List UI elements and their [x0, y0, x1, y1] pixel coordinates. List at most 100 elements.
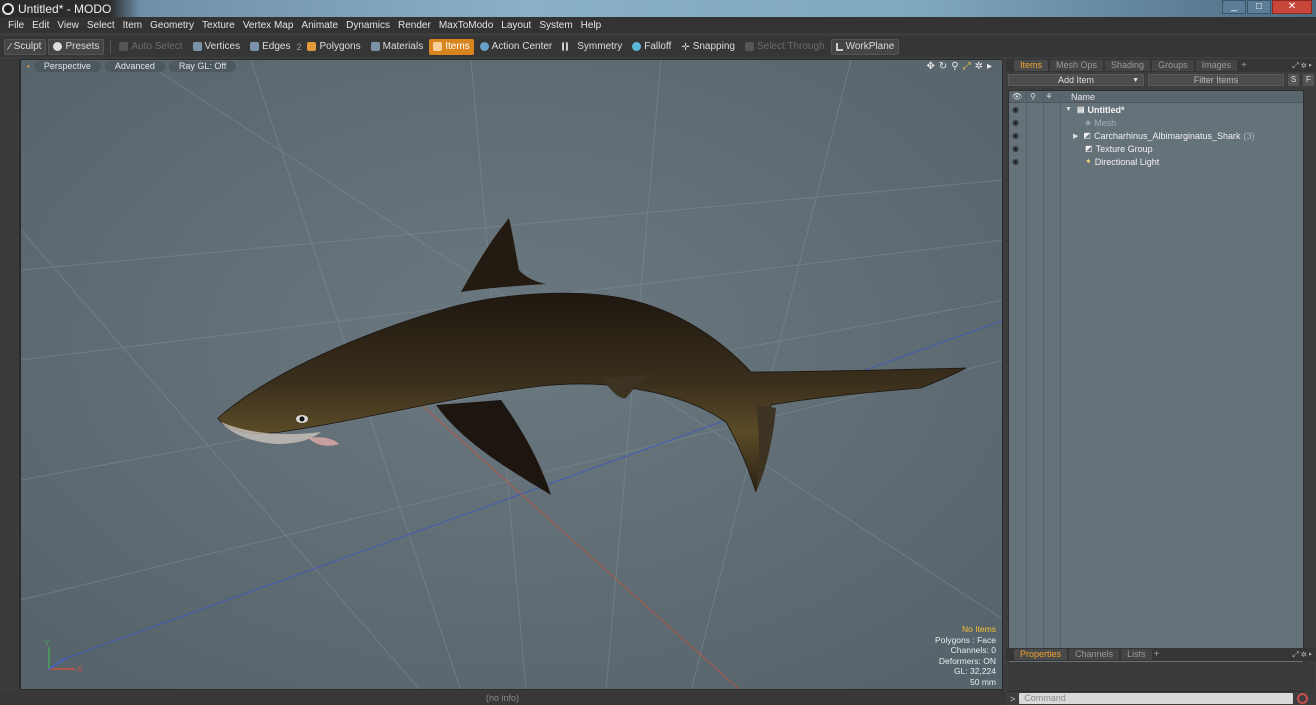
- viewport-more-icon[interactable]: ▸: [987, 61, 992, 72]
- eye-icon[interactable]: ◉: [1012, 105, 1019, 114]
- vertices-icon: [192, 42, 202, 51]
- expand-arrow-icon[interactable]: ▶: [1073, 132, 1078, 140]
- vertices-button[interactable]: Vertices: [189, 39, 245, 55]
- column-divider: [1043, 91, 1044, 691]
- tab-images[interactable]: Images: [1195, 60, 1238, 71]
- item-count: (3): [1243, 130, 1255, 141]
- f-button[interactable]: F: [1303, 74, 1314, 86]
- select-through-icon: [744, 42, 754, 51]
- close-button[interactable]: ✕: [1272, 0, 1312, 14]
- menu-file[interactable]: File: [4, 20, 28, 31]
- tab-properties[interactable]: Properties: [1014, 649, 1068, 660]
- tab-mesh-ops[interactable]: Mesh Ops: [1050, 60, 1104, 71]
- texture-group-icon: ◩: [1085, 144, 1093, 153]
- item-label: Directional Light: [1094, 156, 1160, 167]
- eye-icon[interactable]: ◉: [1012, 157, 1019, 166]
- info-bar: (no info): [0, 691, 1005, 705]
- materials-button[interactable]: Materials: [367, 39, 428, 55]
- minimize-button[interactable]: _: [1222, 0, 1246, 14]
- s-button[interactable]: S: [1288, 74, 1299, 86]
- tab-groups[interactable]: Groups: [1152, 60, 1194, 71]
- expand-arrow-icon[interactable]: ▼: [1065, 106, 1072, 113]
- items-button[interactable]: Items: [429, 38, 474, 55]
- 3d-viewport[interactable]: • Perspective Advanced Ray GL: Off ✥ ↻ ⚲…: [20, 59, 1003, 690]
- visibility-column-icon[interactable]: 👁: [1009, 92, 1025, 101]
- menu-texture[interactable]: Texture: [198, 20, 239, 31]
- item-label-wrap: ◩ Texture Group: [1085, 144, 1153, 154]
- eye-icon[interactable]: ◉: [1012, 144, 1019, 153]
- left-tool-strip: [0, 59, 20, 690]
- lock-column-icon[interactable]: ⚲: [1025, 92, 1041, 101]
- tab-lists[interactable]: Lists: [1121, 649, 1152, 660]
- scene-icon: ▤: [1076, 105, 1085, 114]
- presets-button[interactable]: Presets: [48, 38, 105, 55]
- select-through-button[interactable]: Select Through: [741, 39, 829, 55]
- menu-help[interactable]: Help: [577, 20, 606, 31]
- ray-gl-tab[interactable]: Ray GL: Off: [168, 61, 237, 72]
- menu-animate[interactable]: Animate: [297, 20, 342, 31]
- list-item[interactable]: ◉ ◈ Mesh: [1009, 116, 1303, 129]
- viewport-settings-icon[interactable]: ✲: [975, 61, 983, 72]
- tab-shading[interactable]: Shading: [1105, 60, 1151, 71]
- tab-channels[interactable]: Channels: [1069, 649, 1120, 660]
- menu-item[interactable]: Item: [119, 20, 146, 31]
- items-panel-controls: Add Item ▼ Filter Items S F: [1006, 73, 1316, 87]
- maximize-button[interactable]: □: [1247, 0, 1271, 14]
- zoom-view-icon[interactable]: ⚲: [951, 61, 958, 72]
- polygons-icon: [307, 42, 317, 51]
- list-item[interactable]: ◉ ▶ ◩ Carcharhinus_Albimarginatus_Shark (3): [1009, 129, 1303, 142]
- filter-items-input[interactable]: Filter Items: [1148, 74, 1284, 86]
- edges-icon: [250, 42, 260, 51]
- eye-icon[interactable]: ◉: [1012, 131, 1019, 140]
- sculpt-label: Sculpt: [13, 41, 42, 52]
- viewport-menu-dot[interactable]: •: [27, 62, 30, 71]
- select-through-label: Select Through: [756, 41, 825, 52]
- move-view-icon[interactable]: ✥: [926, 61, 934, 72]
- fit-view-icon[interactable]: ⤢: [963, 61, 971, 72]
- perspective-tab[interactable]: Perspective: [33, 61, 101, 72]
- name-column-header[interactable]: Name: [1071, 92, 1095, 102]
- properties-panel: [1008, 662, 1314, 691]
- eye-icon[interactable]: ◉: [1012, 118, 1019, 127]
- panel-options-icon[interactable]: ⤢ ✲ ▸: [1292, 650, 1312, 660]
- sculpt-button[interactable]: ⁄ Sculpt: [4, 38, 47, 55]
- list-item[interactable]: ◉ ◩ Texture Group: [1009, 142, 1303, 155]
- advanced-tab[interactable]: Advanced: [104, 61, 165, 72]
- auto-select-icon: [119, 42, 129, 51]
- menu-system[interactable]: System: [535, 20, 576, 31]
- workplane-button[interactable]: WorkPlane: [830, 38, 900, 55]
- panel-options-icon[interactable]: ⤢ ✲ ▸: [1292, 61, 1312, 71]
- auto-select-button[interactable]: Auto Select: [115, 39, 186, 55]
- stop-icon[interactable]: [1297, 693, 1309, 704]
- command-bar: > Command: [1006, 692, 1316, 705]
- falloff-button[interactable]: Falloff: [628, 39, 675, 55]
- menu-edit[interactable]: Edit: [28, 20, 53, 31]
- item-label: Mesh: [1094, 117, 1117, 128]
- menu-maxtomodo[interactable]: MaxToModo: [435, 20, 497, 31]
- action-center-button[interactable]: Action Center: [476, 39, 557, 55]
- snapping-button[interactable]: ✛ Snapping: [677, 39, 739, 55]
- command-input[interactable]: Command: [1019, 693, 1294, 704]
- tab-items[interactable]: Items: [1014, 60, 1049, 71]
- menu-layout[interactable]: Layout: [497, 20, 535, 31]
- menu-view[interactable]: View: [53, 20, 83, 31]
- symmetry-icon: [562, 42, 569, 51]
- list-item[interactable]: ◉ ▼ ▤ Untitled*: [1009, 103, 1303, 116]
- symmetry-button[interactable]: Symmetry: [558, 39, 626, 55]
- add-tab-icon[interactable]: +: [1241, 60, 1247, 71]
- menu-vertex-map[interactable]: Vertex Map: [239, 20, 298, 31]
- list-item[interactable]: ◉ ✦ Directional Light: [1009, 155, 1303, 168]
- menu-dynamics[interactable]: Dynamics: [342, 20, 394, 31]
- window-controls: _ □ ✕: [1222, 0, 1312, 14]
- edges-button[interactable]: Edges: [246, 39, 294, 55]
- menu-geometry[interactable]: Geometry: [146, 20, 198, 31]
- rotate-view-icon[interactable]: ↻: [939, 61, 947, 72]
- add-item-dropdown[interactable]: Add Item ▼: [1008, 74, 1144, 86]
- snapping-label: Snapping: [692, 41, 735, 52]
- menu-render[interactable]: Render: [394, 20, 435, 31]
- polygons-button[interactable]: Polygons: [303, 39, 364, 55]
- gl-status: GL: 32,224: [953, 666, 996, 676]
- main-toolbar: ⁄ Sculpt Presets Auto Select Vertices Edg…: [0, 36, 1316, 57]
- add-tab-icon[interactable]: +: [1154, 649, 1160, 660]
- menu-select[interactable]: Select: [83, 20, 119, 31]
